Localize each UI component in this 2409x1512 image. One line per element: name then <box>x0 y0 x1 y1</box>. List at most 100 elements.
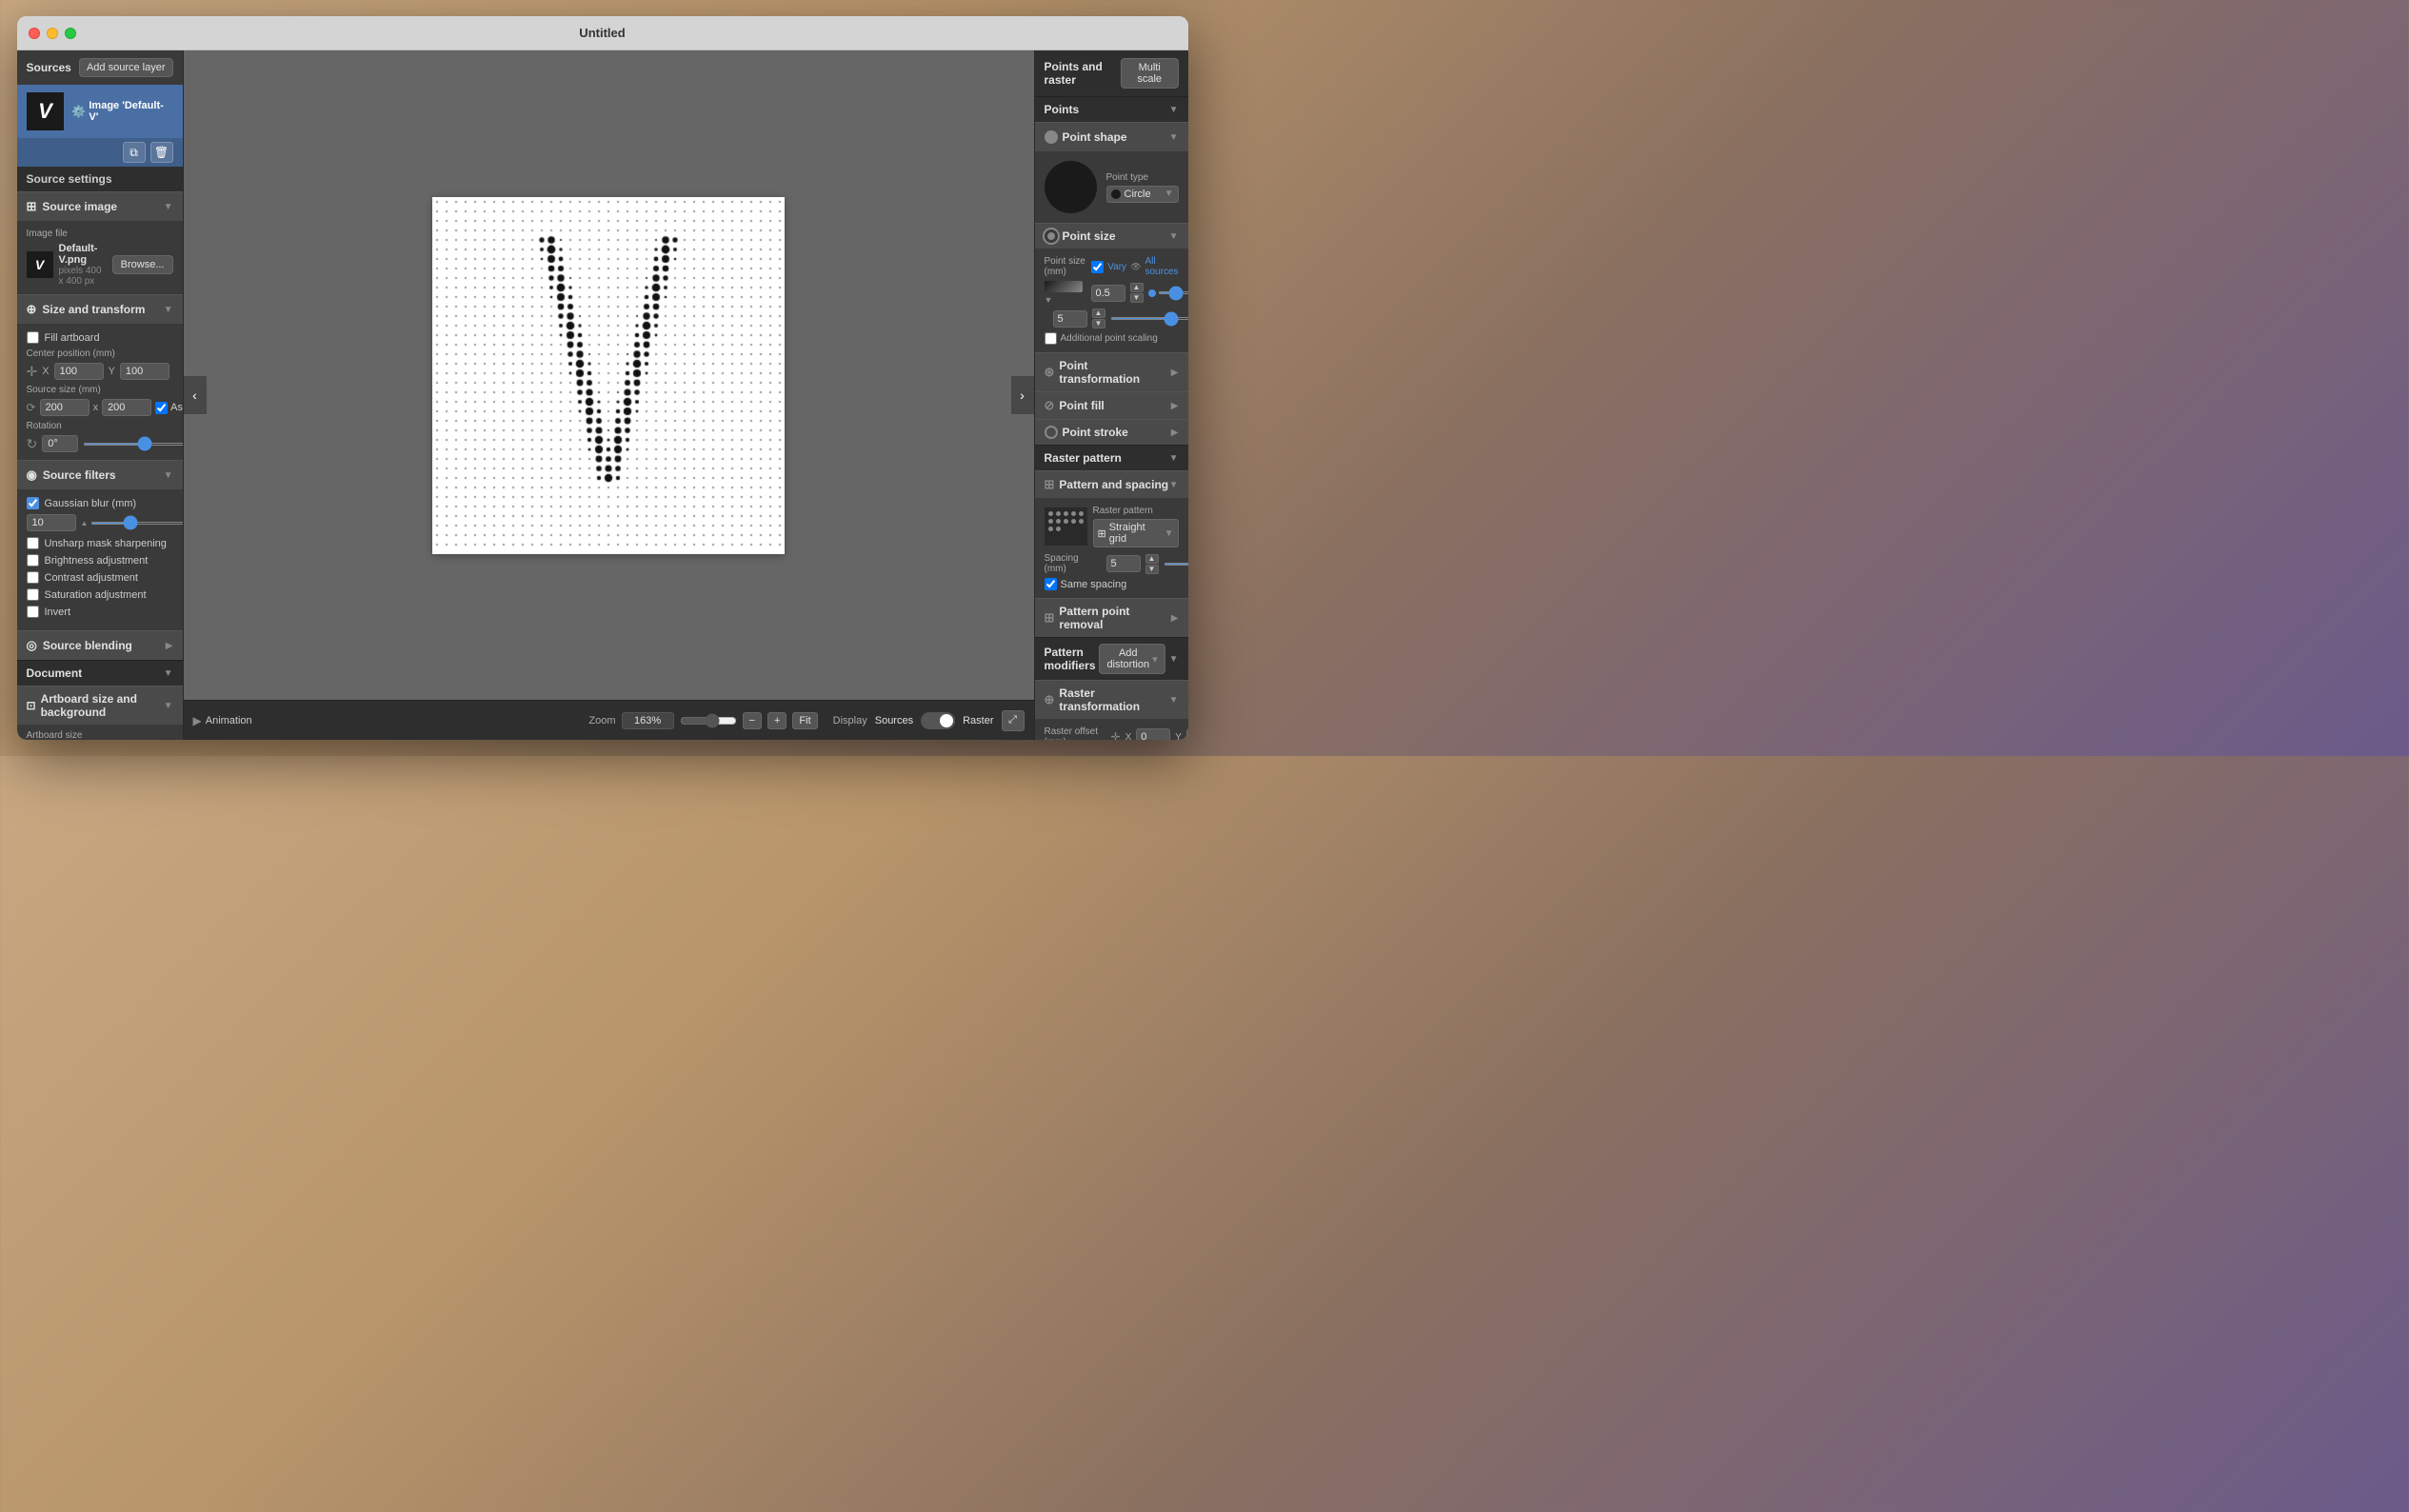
raster-pattern-preview <box>1045 507 1087 546</box>
pstroke-chevron: ▶ <box>1171 428 1179 438</box>
spacing-down[interactable]: ▼ <box>1145 565 1159 574</box>
ps-down-2[interactable]: ▼ <box>1092 319 1105 328</box>
source-filters-chevron: ▼ <box>164 470 173 481</box>
raster-chevron: ▼ <box>1169 453 1179 464</box>
pattern-point-removal-header[interactable]: ⊞ Pattern point removal ▶ <box>1035 598 1188 637</box>
point-type-select[interactable]: Circle ▼ <box>1106 186 1179 203</box>
brightness-checkbox[interactable] <box>27 554 39 567</box>
sources-title: Sources <box>27 61 71 74</box>
vary-label: Vary <box>1107 262 1126 272</box>
gaussian-blur-input[interactable] <box>27 514 76 531</box>
source-actions: ⧉ 🗑 <box>17 138 183 167</box>
gaussian-blur-slider[interactable] <box>90 522 183 525</box>
rotation-input[interactable] <box>42 435 78 452</box>
point-size-header[interactable]: Point size ▼ <box>1035 223 1188 249</box>
fullscreen-button[interactable] <box>65 28 76 39</box>
aspect-checkbox[interactable] <box>155 402 168 414</box>
source-blending-header[interactable]: ◎ Source blending ▶ <box>17 630 183 660</box>
spacing-slider[interactable] <box>1164 563 1188 566</box>
size-transform-header[interactable]: ⊕ Size and transform ▼ <box>17 294 183 324</box>
display-toggle[interactable] <box>921 712 955 729</box>
pattern-modifiers-title: Pattern modifiers <box>1045 646 1100 672</box>
image-size: pixels 400 x 400 px <box>59 266 107 287</box>
points-section-header[interactable]: Points ▼ <box>1035 96 1188 122</box>
bottom-bar: ▶ Animation Zoom 163% − + Fit Display So… <box>184 700 1034 740</box>
source-filters-header[interactable]: ◉ Source filters ▼ <box>17 460 183 489</box>
point-type-area: Point type Circle ▼ <box>1035 151 1188 223</box>
nav-right-button[interactable]: › <box>1011 376 1034 414</box>
point-shape-header[interactable]: Point shape ▼ <box>1035 122 1188 151</box>
ps-chevron: ▼ <box>1169 480 1179 490</box>
invert-checkbox[interactable] <box>27 606 39 618</box>
size-transform-content: Fill artboard Center position (mm) ✛ X Y… <box>17 324 183 460</box>
fill-artboard-checkbox[interactable] <box>27 331 39 344</box>
unsharp-checkbox[interactable] <box>27 537 39 549</box>
width-input[interactable] <box>40 399 90 416</box>
point-transformation-header[interactable]: ⊛ Point transformation ▶ <box>1035 352 1188 391</box>
raster-pattern-select[interactable]: ⊞ Straight grid ▼ <box>1093 519 1179 547</box>
point-size-icon <box>1045 229 1058 243</box>
ps-slider-1[interactable] <box>1158 291 1188 294</box>
contrast-checkbox[interactable] <box>27 571 39 584</box>
sources-header: Sources Add source layer <box>17 50 183 85</box>
fullscreen-btn[interactable]: ⤢ <box>1002 710 1025 731</box>
pattern-content: Raster pattern ⊞ Straight grid ▼ Spacing… <box>1035 498 1188 598</box>
source-image-chevron: ▼ <box>164 202 173 212</box>
duplicate-source-button[interactable]: ⧉ <box>123 142 146 163</box>
raster-transform-header[interactable]: ⊕ Raster transformation ▼ <box>1035 680 1188 719</box>
source-item[interactable]: V ⚙️ Image 'Default-V' <box>17 85 183 138</box>
point-size-input-2[interactable] <box>1053 310 1087 328</box>
stroke-icon <box>1045 426 1058 439</box>
center-y-input[interactable] <box>120 363 169 380</box>
raster-pattern-section[interactable]: Raster pattern ▼ <box>1035 445 1188 470</box>
ps-up-2[interactable]: ▲ <box>1092 308 1105 318</box>
source-settings-title: Source settings <box>17 167 183 191</box>
minimize-button[interactable] <box>47 28 58 39</box>
add-distortion-button[interactable]: Add distortion ▾ <box>1099 644 1165 674</box>
center-x-input[interactable] <box>54 363 104 380</box>
artboard-section[interactable]: ⊡ Artboard size and background ▼ <box>17 686 183 725</box>
add-source-button[interactable]: Add source layer <box>79 58 173 77</box>
nav-left-button[interactable]: ‹ <box>184 376 207 414</box>
point-size-input-1[interactable] <box>1091 285 1125 302</box>
zoom-minus-button[interactable]: − <box>743 712 762 729</box>
point-shape-icon <box>1045 130 1058 144</box>
close-button[interactable] <box>29 28 40 39</box>
browse-button[interactable]: Browse... <box>112 255 173 274</box>
animation-button[interactable]: ▶ Animation <box>193 714 252 727</box>
ps-slider-2[interactable] <box>1110 317 1188 320</box>
ps-down-1[interactable]: ▼ <box>1130 293 1144 303</box>
display-sources-option[interactable]: Sources <box>875 715 913 726</box>
additional-scaling-checkbox[interactable] <box>1045 332 1057 345</box>
display-raster-option[interactable]: Raster <box>963 715 993 726</box>
source-image-section-header[interactable]: ⊞ Source image ▼ <box>17 191 183 221</box>
gaussian-blur-checkbox[interactable] <box>27 497 39 509</box>
vary-checkbox[interactable] <box>1091 261 1104 273</box>
point-stroke-header[interactable]: Point stroke ▶ <box>1035 419 1188 445</box>
document-chevron: ▼ <box>164 668 173 679</box>
zoom-slider[interactable] <box>680 713 737 728</box>
ps-up-1[interactable]: ▲ <box>1130 283 1144 292</box>
spacing-input[interactable] <box>1106 555 1141 572</box>
points-chevron: ▼ <box>1169 105 1179 115</box>
height-input[interactable] <box>102 399 151 416</box>
delete-source-button[interactable]: 🗑 <box>150 142 173 163</box>
pattern-spacing-header[interactable]: ⊞ Pattern and spacing ▼ <box>1035 470 1188 498</box>
zoom-display[interactable]: 163% <box>622 712 674 729</box>
source-image-content: Image file V Default-V.png pixels 400 x … <box>17 221 183 294</box>
pattern-modifiers-header: Pattern modifiers Add distortion ▾ ▼ <box>1035 637 1188 680</box>
same-spacing-checkbox[interactable] <box>1045 578 1057 590</box>
raster-pattern-label: Raster pattern <box>1093 506 1179 516</box>
point-fill-header[interactable]: ⊘ Point fill ▶ <box>1035 391 1188 419</box>
fit-button[interactable]: Fit <box>792 712 817 729</box>
raster-x-input[interactable] <box>1136 728 1170 740</box>
raster-y-input[interactable] <box>1186 728 1188 740</box>
traffic-lights <box>29 28 76 39</box>
saturation-checkbox[interactable] <box>27 588 39 601</box>
multi-scale-button[interactable]: Multi scale <box>1121 58 1179 89</box>
rotation-slider[interactable] <box>83 443 183 446</box>
document-header[interactable]: Document ▼ <box>17 661 183 686</box>
toggle-knob <box>940 714 953 727</box>
spacing-up[interactable]: ▲ <box>1145 554 1159 564</box>
zoom-plus-button[interactable]: + <box>767 712 786 729</box>
